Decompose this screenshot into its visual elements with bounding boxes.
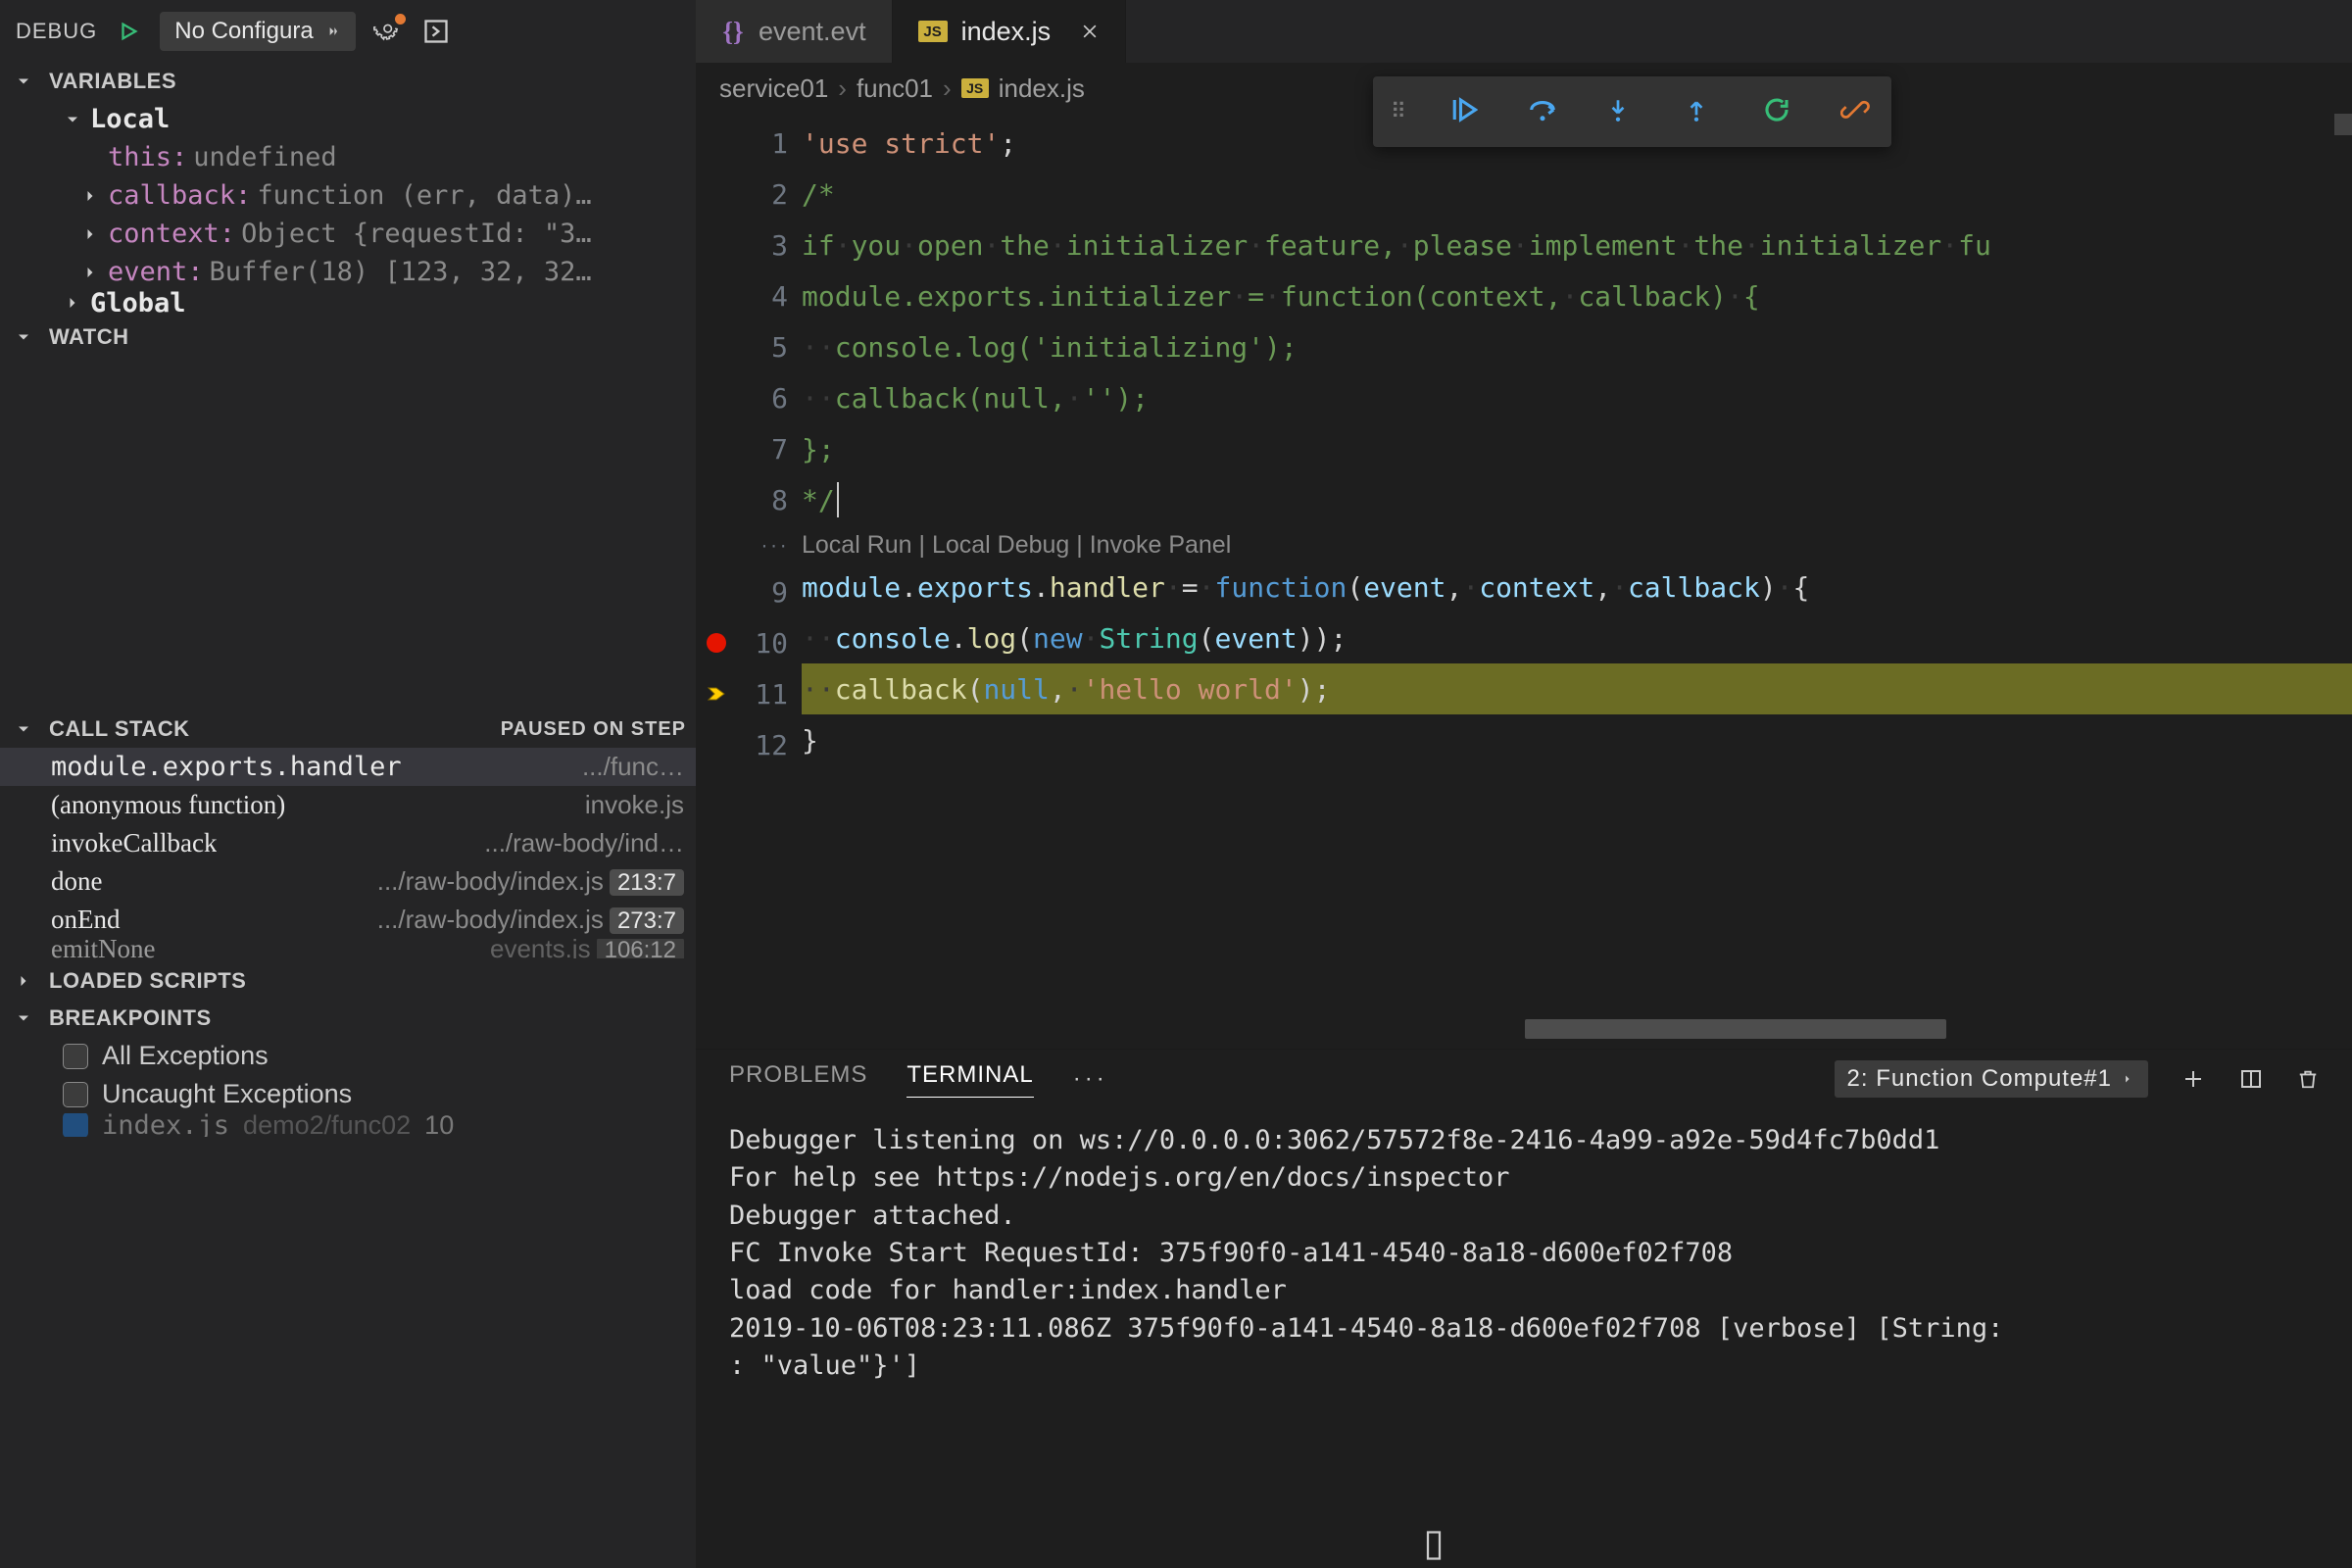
variables-header[interactable]: VARIABLES <box>0 63 696 100</box>
breakpoint-all-exceptions[interactable]: All Exceptions <box>0 1037 696 1075</box>
tab-problems[interactable]: PROBLEMS <box>729 1061 867 1097</box>
stack-frame[interactable]: emitNone events.js106:12 <box>0 939 696 958</box>
code-line[interactable]: } <box>802 714 2352 765</box>
chevron-down-icon <box>10 1008 37 1028</box>
more-panels-icon[interactable]: ··· <box>1073 1065 1108 1093</box>
breakpoints-header[interactable]: BREAKPOINTS <box>0 1000 696 1037</box>
panel-tabs: PROBLEMS TERMINAL ··· 2: Function Comput… <box>696 1050 2352 1108</box>
terminal-cursor <box>1425 1531 1443 1560</box>
code-line[interactable]: module.exports.initializer·=·function(co… <box>802 270 2352 321</box>
variable-event[interactable]: event: Buffer(18) [123, 32, 32… <box>0 253 696 291</box>
breakpoints-body: All Exceptions Uncaught Exceptions index… <box>0 1037 696 1141</box>
variable-callback[interactable]: callback: function (err, data)… <box>0 176 696 215</box>
loaded-scripts-header[interactable]: LOADED SCRIPTS <box>0 962 696 1000</box>
breakpoint-uncaught-exceptions[interactable]: Uncaught Exceptions <box>0 1075 696 1113</box>
disconnect-icon[interactable] <box>1840 95 1874 128</box>
breakpoint-item[interactable]: index.js demo2/func02 10 <box>0 1113 696 1137</box>
stack-frame[interactable]: module.exports.handler .../func… <box>0 748 696 786</box>
stack-frame[interactable]: invokeCallback .../raw-body/ind… <box>0 824 696 862</box>
checkbox-icon[interactable] <box>63 1082 88 1107</box>
code-line[interactable]: module.exports.handler·=·function(event,… <box>802 562 2352 612</box>
watch-header[interactable]: WATCH <box>0 318 696 356</box>
code-line[interactable]: ··callback(null,·''); <box>802 372 2352 423</box>
chevron-right-icon <box>76 186 104 206</box>
checkbox-icon[interactable] <box>63 1044 88 1069</box>
variables-section: VARIABLES Local this: undefined callback… <box>0 63 696 318</box>
debug-sidebar: DEBUG No Configura VARIABLES Local <box>0 0 696 1568</box>
restart-icon[interactable] <box>1762 95 1795 128</box>
breakpoints-section: BREAKPOINTS All Exceptions Uncaught Exce… <box>0 1000 696 1141</box>
codelens[interactable]: Local Run | Local Debug | Invoke Panel <box>802 525 2352 562</box>
debug-title: DEBUG <box>16 19 97 44</box>
stack-frame[interactable]: done .../raw-body/index.js213:7 <box>0 862 696 901</box>
new-terminal-icon[interactable] <box>2181 1067 2205 1091</box>
breakpoint-icon[interactable] <box>707 633 726 653</box>
braces-icon: {} <box>721 20 745 43</box>
horizontal-scrollbar[interactable] <box>1525 1019 1946 1039</box>
editor-tabs: {} event.evt JS index.js <box>696 0 2352 63</box>
stack-frame[interactable]: onEnd .../raw-body/index.js273:7 <box>0 901 696 939</box>
scope-local[interactable]: Local <box>0 100 696 138</box>
trash-icon[interactable] <box>2297 1067 2319 1091</box>
callstack-section: CALL STACK PAUSED ON STEP module.exports… <box>0 710 696 962</box>
code-line[interactable]: ··console.log('initializing'); <box>802 321 2352 372</box>
bottom-panel: PROBLEMS TERMINAL ··· 2: Function Comput… <box>696 1049 2352 1568</box>
gutter-line-numbers: 12345678···9101112 <box>737 114 802 1049</box>
drag-handle-icon[interactable]: ⠿ <box>1391 99 1403 124</box>
debug-toolbar: DEBUG No Configura <box>0 0 696 63</box>
tab-event[interactable]: {} event.evt <box>696 0 893 63</box>
start-debug-icon[interactable] <box>111 14 146 49</box>
loaded-scripts-section: LOADED SCRIPTS <box>0 962 696 1000</box>
chevron-down-icon <box>10 719 37 739</box>
chevron-right-icon <box>76 263 104 282</box>
js-file-icon: JS <box>961 78 989 98</box>
step-into-icon[interactable] <box>1605 95 1639 128</box>
code-line[interactable]: }; <box>802 423 2352 474</box>
minimap-slider[interactable] <box>2334 114 2352 135</box>
settings-gear-icon[interactable] <box>369 14 405 49</box>
split-terminal-icon[interactable] <box>2238 1067 2264 1091</box>
code-editor[interactable]: 12345678···9101112 'use strict';/*if·you… <box>696 114 2352 1049</box>
gutter-marks[interactable] <box>696 114 737 1049</box>
chevron-right-icon <box>59 293 86 313</box>
step-out-icon[interactable] <box>1684 95 1717 128</box>
chevron-down-icon <box>10 327 37 347</box>
variable-this[interactable]: this: undefined <box>0 138 696 176</box>
callstack-body: module.exports.handler .../func… (anonym… <box>0 748 696 962</box>
chevron-down-icon <box>59 110 86 129</box>
chevron-down-icon <box>10 72 37 91</box>
terminal-select[interactable]: 2: Function Compute#1 <box>1835 1060 2148 1098</box>
stack-frame[interactable]: (anonymous function) invoke.js <box>0 786 696 824</box>
current-frame-icon <box>705 682 728 706</box>
code-line[interactable]: ··callback(null,·'hello world'); <box>802 663 2352 714</box>
code-line[interactable]: ··console.log(new·String(event)); <box>802 612 2352 663</box>
launch-config-select[interactable]: No Configura <box>160 12 355 51</box>
code-area[interactable]: 'use strict';/*if·you·open·the·initializ… <box>802 114 2352 1049</box>
code-line[interactable]: */ <box>802 474 2352 525</box>
variables-body: Local this: undefined callback: function… <box>0 100 696 318</box>
callstack-header[interactable]: CALL STACK PAUSED ON STEP <box>0 710 696 748</box>
checkbox-checked-icon[interactable] <box>63 1113 88 1137</box>
terminal-output[interactable]: Debugger listening on ws://0.0.0.0:3062/… <box>696 1108 2352 1568</box>
debug-action-toolbar[interactable]: ⠿ <box>1373 76 1891 147</box>
debug-console-icon[interactable] <box>418 14 454 49</box>
tab-index[interactable]: JS index.js <box>893 0 1127 63</box>
chevron-right-icon <box>10 971 37 991</box>
panel-actions: 2: Function Compute#1 <box>1835 1060 2319 1098</box>
tab-terminal[interactable]: TERMINAL <box>906 1061 1033 1098</box>
code-line[interactable]: if·you·open·the·initializer·feature,·ple… <box>802 220 2352 270</box>
paused-status: PAUSED ON STEP <box>501 718 686 741</box>
chevron-right-icon: › <box>943 74 952 104</box>
variable-context[interactable]: context: Object {requestId: "3… <box>0 215 696 253</box>
step-over-icon[interactable] <box>1527 95 1560 128</box>
editor-area: ⠿ {} event.evt JS index.js <box>696 0 2352 1568</box>
scope-global[interactable]: Global <box>0 291 696 315</box>
close-icon[interactable] <box>1080 22 1100 41</box>
code-line[interactable]: /* <box>802 169 2352 220</box>
js-file-icon: JS <box>918 21 948 42</box>
continue-icon[interactable] <box>1448 95 1482 128</box>
chevron-right-icon: › <box>838 74 847 104</box>
watch-section: WATCH <box>0 318 696 710</box>
chevron-right-icon <box>76 224 104 244</box>
